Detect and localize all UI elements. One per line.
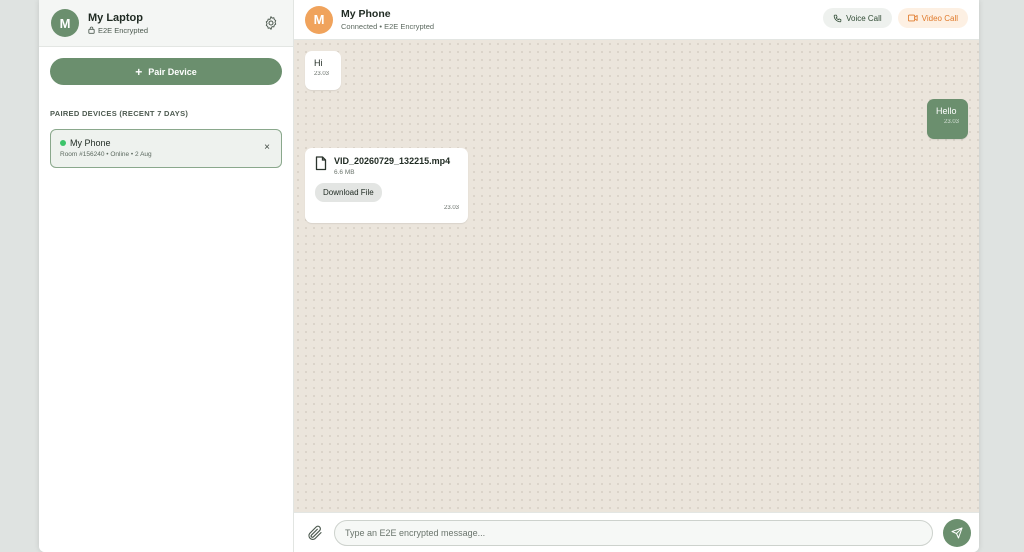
- contact-avatar: M: [305, 5, 333, 34]
- call-buttons: Voice Call Video Call: [823, 8, 968, 28]
- voice-call-button[interactable]: Voice Call: [823, 8, 892, 28]
- sidebar-header: M My Laptop E2E Encrypted: [39, 0, 293, 47]
- message-text: Hello: [936, 106, 957, 116]
- contact-name: My Phone: [341, 8, 391, 20]
- device-name: My Laptop: [88, 11, 143, 24]
- chat-title: My Phone Connected • E2E Encrypted: [341, 8, 434, 31]
- section-label: PAIRED DEVICES (RECENT 7 DAYS): [50, 109, 189, 118]
- video-call-label: Video Call: [921, 13, 958, 23]
- paperclip-icon[interactable]: [306, 524, 324, 542]
- chat-panel: M My Phone Connected • E2E Encrypted Voi…: [294, 0, 979, 552]
- file-row: VID_20260729_132215.mp4 6.6 MB: [315, 156, 459, 176]
- connection-status: Connected • E2E Encrypted: [341, 22, 435, 31]
- avatar: M: [51, 9, 79, 37]
- file-size: 6.6 MB: [334, 169, 355, 176]
- send-button[interactable]: [943, 518, 971, 547]
- device-item-my-phone[interactable]: My Phone Room #156240 • Online • 2 Aug ×: [50, 129, 282, 168]
- message-input-bar: [294, 512, 979, 552]
- send-icon: [951, 527, 963, 538]
- file-info: VID_20260729_132215.mp4 6.6 MB: [334, 156, 450, 176]
- gear-icon[interactable]: [263, 15, 279, 31]
- file-message-bubble: VID_20260729_132215.mp4 6.6 MB Download …: [305, 148, 468, 223]
- device-item-name: My Phone: [70, 138, 111, 148]
- lock-icon: [88, 26, 95, 34]
- device-row: My Phone: [60, 138, 281, 148]
- pair-device-label: Pair Device: [148, 66, 197, 77]
- close-icon[interactable]: ×: [264, 142, 270, 153]
- file-name: VID_20260729_132215.mp4: [334, 156, 451, 166]
- message-input[interactable]: [334, 519, 933, 546]
- message-time: 23.03: [943, 119, 959, 125]
- pair-device-button[interactable]: + Pair Device: [50, 58, 282, 85]
- sidebar: M My Laptop E2E Encrypted + Pair Device …: [39, 0, 294, 552]
- voice-call-label: Voice Call: [846, 13, 882, 23]
- video-camera-icon: [907, 14, 918, 22]
- message-bubble: Hi 23.03: [305, 51, 341, 90]
- message-list[interactable]: Hi 23.03 Hello 23.03 VID_20260729_132215…: [294, 40, 979, 512]
- message-bubble: Hello 23.03: [927, 99, 968, 139]
- sidebar-title: My Laptop E2E Encrypted: [88, 12, 148, 35]
- message-time: 23.03: [314, 71, 330, 77]
- message-time: 23.03: [443, 205, 459, 211]
- download-file-button[interactable]: Download File: [315, 183, 382, 202]
- phone-icon: [833, 14, 842, 22]
- online-dot-icon: [60, 140, 66, 146]
- app-window: M My Laptop E2E Encrypted + Pair Device …: [39, 0, 979, 552]
- video-call-button[interactable]: Video Call: [897, 8, 968, 28]
- plus-icon: +: [135, 64, 143, 79]
- chat-header: M My Phone Connected • E2E Encrypted Voi…: [294, 0, 979, 40]
- encryption-status: E2E Encrypted: [88, 26, 148, 35]
- file-icon: [315, 156, 327, 171]
- encryption-label: E2E Encrypted: [98, 25, 149, 35]
- message-text: Hi: [314, 58, 323, 68]
- device-item-meta: Room #156240 • Online • 2 Aug: [60, 151, 152, 158]
